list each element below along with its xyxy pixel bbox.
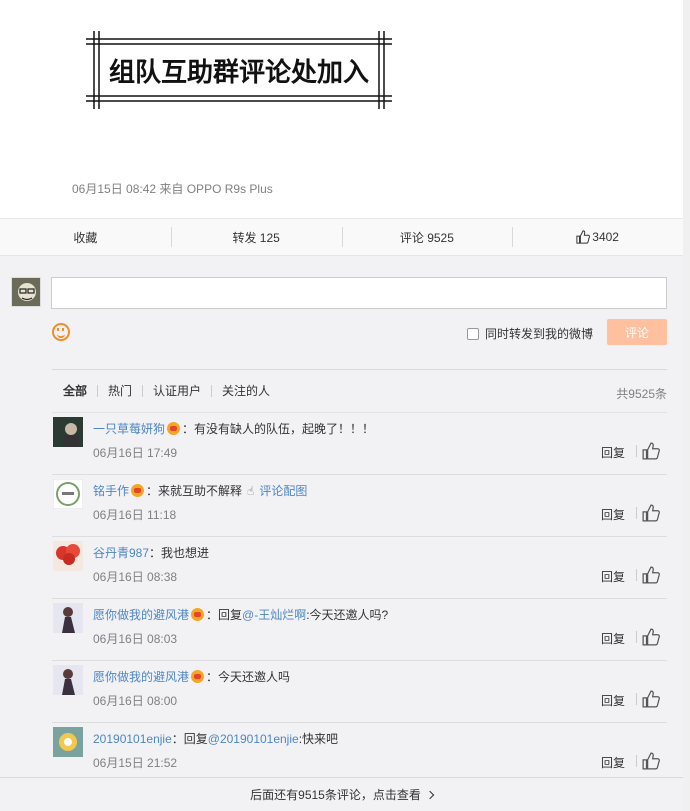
commenter-name[interactable]: 20190101enjie — [93, 732, 172, 746]
favorite-button[interactable]: 收藏 — [0, 219, 171, 255]
commenter-name[interactable]: 铭手作 — [93, 482, 129, 499]
comment-time: 06月16日 11:18 — [93, 508, 177, 522]
commenter-name[interactable]: 谷丹青987 — [93, 544, 149, 561]
commenter-name[interactable]: 一只草莓妍狗 — [93, 420, 165, 437]
load-more-comments[interactable]: 后面还有9515条评论，点击查看 — [0, 777, 683, 811]
tab-verified[interactable]: 认证用户 — [142, 385, 211, 397]
post-action-bar: 收藏 转发 125 评论 9525 3402 — [0, 218, 683, 256]
submit-comment-button[interactable]: 评论 — [607, 319, 667, 345]
like-button[interactable]: 3402 — [512, 219, 683, 255]
reply-button[interactable]: 回复 — [601, 692, 625, 709]
comment-item: 铭手作 ：来就互助不解释 ☝ 评论配图 06月16日 11:18 回复 — [52, 475, 667, 537]
comment-button[interactable]: 评论 9525 — [341, 219, 513, 255]
thumbs-up-icon[interactable] — [642, 628, 660, 646]
reply-button[interactable]: 回复 — [601, 568, 625, 585]
reply-button[interactable]: 回复 — [601, 444, 625, 461]
comment-image-link[interactable]: 评论配图 — [259, 482, 307, 499]
commenter-name[interactable]: 愿你做我的避风港 — [93, 606, 189, 623]
forward-checkbox[interactable] — [467, 327, 479, 340]
thumbs-up-icon[interactable] — [642, 690, 660, 708]
member-badge-icon[interactable] — [191, 670, 205, 683]
comment-input[interactable] — [51, 277, 667, 309]
divider — [636, 631, 637, 643]
comment-item: 20190101enjie ：回复 @20190101enjie :快来吧 06… — [52, 723, 667, 785]
commenter-avatar[interactable] — [53, 541, 83, 571]
comment-time: 06月16日 08:03 — [93, 632, 178, 646]
post-card: 组队互助群评论处加入 06月15日 08:42 来自 OPPO R9s Plus — [0, 0, 683, 218]
divider — [636, 507, 637, 519]
avatar-image — [12, 278, 40, 306]
divider — [636, 445, 637, 457]
comment-text: ：我也想进 — [149, 546, 210, 560]
comment-time: 06月16日 08:00 — [93, 694, 178, 708]
thumbs-up-icon[interactable] — [642, 504, 660, 522]
thumbs-up-icon[interactable] — [642, 752, 660, 770]
comment-content: 愿你做我的避风港 ：回复 @-王灿烂啊 :今天还邀人吗? — [93, 606, 388, 623]
commenter-avatar[interactable] — [53, 417, 83, 447]
comment-item: 愿你做我的避风港 ：回复 @-王灿烂啊 :今天还邀人吗? 06月16日 08:0… — [52, 599, 667, 661]
divider — [636, 693, 637, 705]
comment-text: ：有没有缺人的队伍，起晚了！！！ — [182, 422, 375, 436]
repost-button[interactable]: 转发 125 — [170, 219, 342, 255]
mention-link[interactable]: @20190101enjie — [208, 732, 299, 746]
image-icon: ☝ — [247, 483, 255, 498]
tab-following[interactable]: 关注的人 — [211, 385, 280, 397]
emoji-icon[interactable] — [52, 323, 70, 341]
reply-button[interactable]: 回复 — [601, 506, 625, 523]
mention-link[interactable]: @-王灿烂啊 — [242, 606, 306, 623]
comment-time: 06月16日 17:49 — [93, 446, 178, 460]
comment-filter-bar: 全部 热门 认证用户 关注的人 共9525条 — [52, 369, 667, 413]
commenter-avatar[interactable] — [53, 479, 83, 509]
comment-item: 愿你做我的避风港 ：今天还邀人吗 06月16日 08:00 回复 — [52, 661, 667, 723]
member-badge-icon[interactable] — [131, 484, 145, 497]
filter-tabs: 全部 热门 认证用户 关注的人 — [63, 385, 280, 397]
comment-content: 谷丹青987 ：我也想进 — [93, 544, 209, 561]
divider — [636, 755, 637, 767]
comment-content: 铭手作 ：来就互助不解释 ☝ 评论配图 — [93, 482, 307, 499]
forward-to-weibo-option[interactable]: 同时转发到我的微博 — [467, 325, 593, 342]
reply-button[interactable]: 回复 — [601, 630, 625, 647]
comment-content: 20190101enjie ：回复 @20190101enjie :快来吧 — [93, 730, 338, 747]
post-banner-image[interactable]: 组队互助群评论处加入 — [86, 31, 392, 109]
post-meta[interactable]: 06月15日 08:42 来自 OPPO R9s Plus — [72, 180, 273, 197]
comment-item: 一只草莓妍狗 ：有没有缺人的队伍，起晚了！！！ 06月16日 17:49 回复 — [52, 413, 667, 475]
comment-content: 愿你做我的避风港 ：今天还邀人吗 — [93, 668, 290, 685]
divider — [636, 569, 637, 581]
member-badge-icon[interactable] — [167, 422, 181, 435]
commenter-avatar[interactable] — [53, 665, 83, 695]
chevron-right-icon — [425, 790, 435, 799]
scrollbar[interactable] — [683, 0, 690, 811]
comment-total: 共9525条 — [616, 387, 667, 401]
banner-text: 组队互助群评论处加入 — [108, 56, 369, 87]
comment-text-prefix: ：回复 — [171, 732, 208, 746]
comment-text: ：来就互助不解释 — [146, 484, 243, 498]
current-user-avatar[interactable] — [11, 277, 41, 307]
comment-item: 谷丹青987 ：我也想进 06月16日 08:38 回复 — [52, 537, 667, 599]
comment-section: 同时转发到我的微博 评论 全部 热门 认证用户 关注的人 共9525条 一只草莓… — [0, 256, 683, 811]
thumbs-up-icon — [576, 230, 591, 244]
comment-text: :快来吧 — [298, 732, 339, 746]
thumbs-up-icon[interactable] — [642, 566, 660, 584]
commenter-name[interactable]: 愿你做我的避风港 — [93, 668, 189, 685]
comment-text-prefix: ：回复 — [206, 608, 243, 622]
commenter-avatar[interactable] — [53, 603, 83, 633]
forward-label: 同时转发到我的微博 — [485, 327, 594, 341]
tab-all[interactable]: 全部 — [63, 385, 97, 397]
commenter-avatar[interactable] — [53, 727, 83, 757]
load-more-label: 后面还有9515条评论，点击查看 — [250, 788, 421, 802]
comment-text: ：今天还邀人吗 — [206, 670, 291, 684]
reply-button[interactable]: 回复 — [601, 754, 625, 771]
thumbs-up-icon[interactable] — [642, 442, 660, 460]
comment-text: :今天还邀人吗? — [306, 608, 389, 622]
comment-content: 一只草莓妍狗 ：有没有缺人的队伍，起晚了！！！ — [93, 420, 374, 437]
member-badge-icon[interactable] — [191, 608, 205, 621]
tab-hot[interactable]: 热门 — [97, 385, 142, 397]
comment-time: 06月16日 08:38 — [93, 570, 178, 584]
comment-time: 06月15日 21:52 — [93, 756, 178, 770]
like-count: 3402 — [592, 230, 619, 244]
